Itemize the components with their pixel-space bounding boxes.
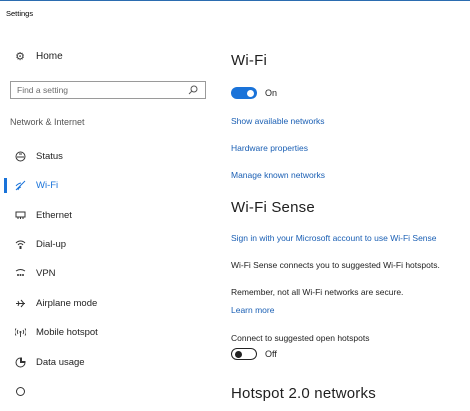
gear-icon: ⚙	[15, 51, 25, 63]
home-label: Home	[36, 51, 63, 62]
proxy-icon	[12, 386, 28, 397]
main-content: Wi-Fi On Show available networks Hardwar…	[231, 0, 470, 411]
dialup-icon	[12, 239, 28, 250]
connect-label: Connect to suggested open hotspots	[231, 333, 370, 343]
sidebar: ⚙ Home Network & Internet Status Wi-Fi	[0, 0, 215, 411]
learn-more-link[interactable]: Learn more	[231, 305, 274, 315]
hardware-properties-link[interactable]: Hardware properties	[231, 143, 308, 153]
airplane-icon	[12, 298, 28, 309]
wifi-icon	[12, 180, 28, 191]
sidebar-item-proxy[interactable]	[0, 377, 215, 405]
search-icon[interactable]	[188, 85, 198, 95]
hotspot-icon	[12, 327, 28, 338]
wifi-sense-heading: Wi-Fi Sense	[231, 199, 315, 216]
sign-in-link[interactable]: Sign in with your Microsoft account to u…	[231, 233, 437, 243]
sidebar-item-vpn[interactable]: VPN	[0, 259, 215, 287]
wifi-heading: Wi-Fi	[231, 52, 267, 69]
sidebar-item-label: Dial-up	[36, 238, 67, 250]
sidebar-item-label: VPN	[36, 267, 56, 279]
sidebar-item-label: Airplane mode	[36, 297, 98, 309]
wifi-toggle-label: On	[265, 88, 278, 98]
sidebar-item-mobile-hotspot[interactable]: Mobile hotspot	[0, 318, 215, 346]
sidebar-item-ethernet[interactable]: Ethernet	[0, 201, 215, 229]
toggle-knob	[247, 89, 254, 97]
sidebar-item-label: Status	[36, 150, 63, 162]
active-indicator	[4, 178, 7, 193]
sidebar-home[interactable]: ⚙ Home	[12, 50, 63, 63]
ethernet-icon	[12, 210, 28, 221]
connect-hotspots-toggle[interactable]	[231, 348, 257, 360]
sidebar-item-data-usage[interactable]: Data usage	[0, 348, 215, 376]
vpn-icon	[12, 268, 28, 279]
manage-networks-link[interactable]: Manage known networks	[231, 170, 325, 180]
section-label: Network & Internet	[10, 117, 85, 127]
search-box[interactable]	[10, 81, 206, 99]
show-networks-link[interactable]: Show available networks	[231, 116, 325, 126]
search-input[interactable]	[17, 85, 187, 95]
sense-description: Wi-Fi Sense connects you to suggested Wi…	[231, 260, 440, 270]
sense-warning: Remember, not all Wi-Fi networks are sec…	[231, 287, 404, 297]
sidebar-item-label: Data usage	[36, 356, 85, 368]
connect-toggle-label: Off	[265, 349, 277, 359]
status-icon	[12, 151, 28, 162]
sidebar-item-label: Ethernet	[36, 209, 72, 221]
sidebar-item-label: Mobile hotspot	[36, 326, 98, 338]
hotspot-heading: Hotspot 2.0 networks	[231, 385, 376, 402]
wifi-toggle[interactable]	[231, 87, 257, 99]
data-usage-icon	[12, 356, 28, 368]
sidebar-item-wifi[interactable]: Wi-Fi	[0, 171, 215, 199]
connect-toggle-row: Off	[231, 348, 277, 360]
toggle-knob	[234, 350, 242, 358]
wifi-toggle-row: On	[231, 87, 277, 99]
sidebar-item-label: Wi-Fi	[36, 179, 59, 191]
sidebar-item-status[interactable]: Status	[0, 142, 215, 170]
sidebar-item-airplane-mode[interactable]: Airplane mode	[0, 289, 215, 317]
sidebar-item-dialup[interactable]: Dial-up	[0, 230, 215, 258]
